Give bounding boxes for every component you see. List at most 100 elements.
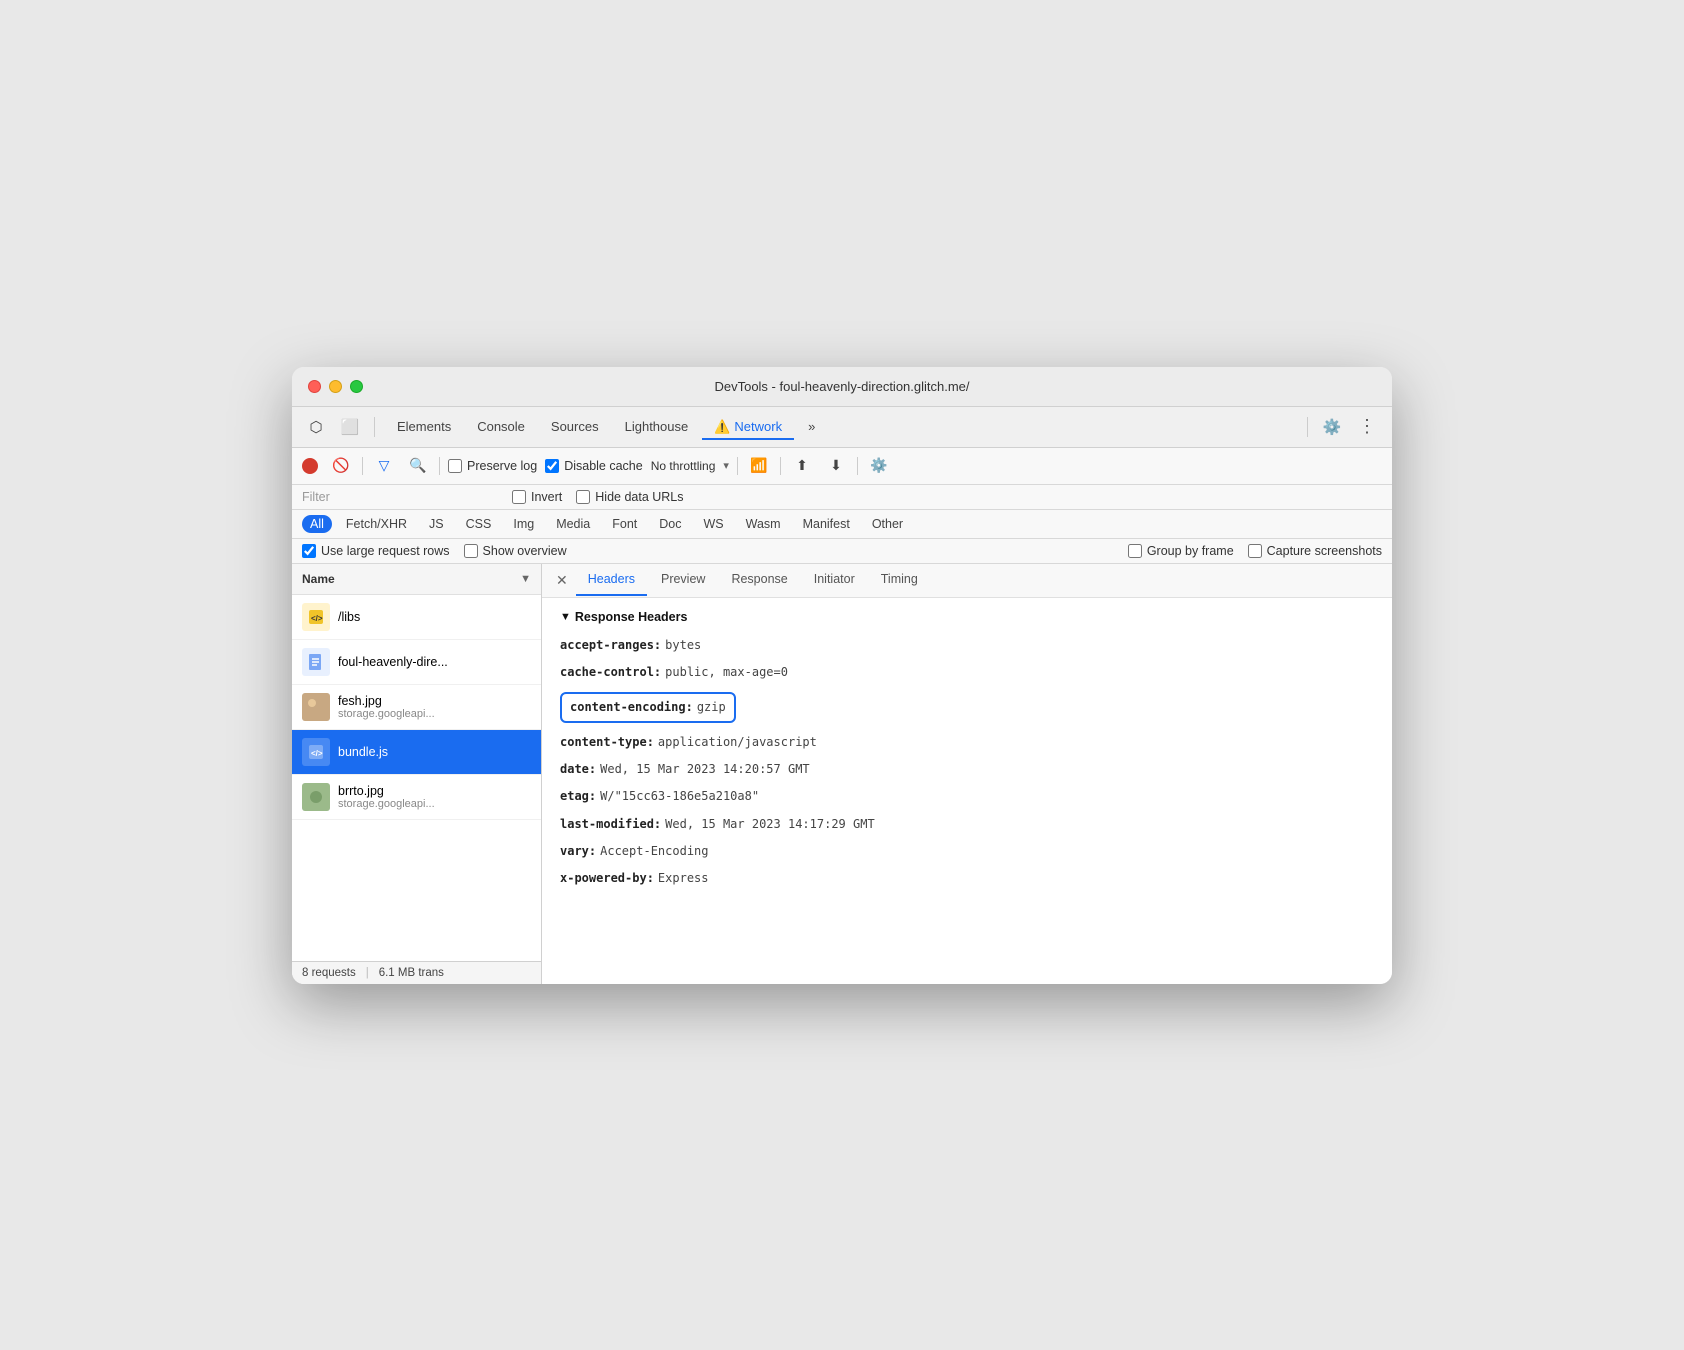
filter-input-label[interactable]: Filter [302, 490, 502, 504]
disable-cache-checkbox[interactable]: Disable cache [545, 459, 643, 473]
close-detail-icon[interactable]: ✕ [550, 564, 574, 597]
header-row-vary: vary: Accept-Encoding [560, 838, 1374, 865]
upload-icon[interactable]: ⬆ [789, 453, 815, 479]
list-item[interactable]: </> bundle.js [292, 730, 541, 775]
header-row-x-powered-by: x-powered-by: Express [560, 865, 1374, 892]
minimize-button[interactable] [329, 380, 342, 393]
header-value: Express [658, 869, 709, 888]
type-btn-js[interactable]: JS [421, 515, 452, 533]
sub-divider-2 [439, 457, 440, 475]
header-row-date: date: Wed, 15 Mar 2023 14:20:57 GMT [560, 756, 1374, 783]
hide-data-urls-checkbox[interactable]: Hide data URLs [576, 490, 683, 504]
devtools-window: DevTools - foul-heavenly-direction.glitc… [292, 367, 1392, 984]
section-arrow: ▼ [560, 611, 571, 623]
header-name: date: [560, 760, 596, 779]
tab-console[interactable]: Console [465, 414, 537, 439]
response-headers-title: ▼ Response Headers [560, 610, 1374, 624]
file-name: /libs [338, 610, 531, 624]
file-icon-img [302, 693, 330, 721]
filter-icon[interactable]: ▽ [371, 453, 397, 479]
maximize-button[interactable] [350, 380, 363, 393]
header-name: cache-control: [560, 663, 661, 682]
svg-text:</>: </> [311, 749, 323, 758]
tab-elements[interactable]: Elements [385, 414, 463, 439]
type-btn-manifest[interactable]: Manifest [795, 515, 858, 533]
toolbar-divider-2 [1307, 417, 1308, 437]
settings-icon[interactable]: ⚙️ [1318, 413, 1346, 441]
more-options-icon[interactable]: ⋮ [1352, 414, 1382, 439]
content-encoding-highlight: content-encoding: gzip [560, 692, 736, 723]
large-rows-checkbox[interactable]: Use large request rows [302, 544, 450, 558]
preserve-log-checkbox[interactable]: Preserve log [448, 459, 537, 473]
list-item[interactable]: brrto.jpg storage.googleapi... [292, 775, 541, 820]
file-name: bundle.js [338, 745, 531, 759]
record-button[interactable] [302, 458, 318, 474]
tab-headers[interactable]: Headers [576, 564, 647, 596]
file-name: foul-heavenly-dire... [338, 655, 531, 669]
header-name: content-type: [560, 733, 654, 752]
type-btn-img[interactable]: Img [505, 515, 542, 533]
type-btn-font[interactable]: Font [604, 515, 645, 533]
close-button[interactable] [308, 380, 321, 393]
header-row-content-type: content-type: application/javascript [560, 729, 1374, 756]
show-overview-checkbox[interactable]: Show overview [464, 544, 567, 558]
network-settings-icon[interactable]: ⚙️ [866, 453, 892, 479]
clear-icon[interactable]: 🚫 [328, 453, 354, 479]
sort-icon[interactable]: ▼ [520, 573, 531, 585]
type-btn-doc[interactable]: Doc [651, 515, 689, 533]
type-btn-media[interactable]: Media [548, 515, 598, 533]
title-bar: DevTools - foul-heavenly-direction.glitc… [292, 367, 1392, 407]
invert-checkbox[interactable]: Invert [512, 490, 562, 504]
main-content: Name ▼ </> /libs [292, 564, 1392, 984]
tab-response[interactable]: Response [719, 564, 799, 596]
capture-screenshots-checkbox[interactable]: Capture screenshots [1248, 544, 1382, 558]
inspect-icon[interactable]: ⬡ [302, 413, 330, 441]
file-name: brrto.jpg [338, 784, 531, 798]
subtoolbar: 🚫 ▽ 🔍 Preserve log Disable cache No thro… [292, 448, 1392, 485]
file-sub: storage.googleapi... [338, 708, 531, 720]
search-icon[interactable]: 🔍 [405, 453, 431, 479]
svg-text:</>: </> [311, 614, 323, 623]
main-toolbar: ⬡ ⬜ Elements Console Sources Lighthouse … [292, 407, 1392, 448]
filter-row: Filter Invert Hide data URLs [292, 485, 1392, 510]
tab-preview[interactable]: Preview [649, 564, 717, 596]
tab-sources[interactable]: Sources [539, 414, 611, 439]
file-icon-js: </> [302, 603, 330, 631]
header-name: vary: [560, 842, 596, 861]
throttle-select[interactable]: No throttling [651, 459, 716, 473]
file-info: brrto.jpg storage.googleapi... [338, 784, 531, 810]
toolbar-divider-1 [374, 417, 375, 437]
header-name: accept-ranges: [560, 636, 661, 655]
header-row-etag: etag: W/"15cc63-186e5a210a8" [560, 783, 1374, 810]
device-icon[interactable]: ⬜ [336, 413, 364, 441]
tab-more[interactable]: » [796, 414, 827, 439]
type-filter-row: All Fetch/XHR JS CSS Img Media Font Doc … [292, 510, 1392, 539]
tab-timing[interactable]: Timing [869, 564, 930, 596]
wifi-icon[interactable]: 📶 [746, 453, 772, 479]
sub-divider-1 [362, 457, 363, 475]
header-name: last-modified: [560, 815, 661, 834]
header-value: Wed, 15 Mar 2023 14:20:57 GMT [600, 760, 810, 779]
tab-network[interactable]: ⚠️ Network [702, 414, 794, 440]
type-btn-fetch-xhr[interactable]: Fetch/XHR [338, 515, 415, 533]
download-icon[interactable]: ⬇ [823, 453, 849, 479]
tab-lighthouse[interactable]: Lighthouse [613, 414, 701, 439]
right-panel: ✕ Headers Preview Response Initiator Tim… [542, 564, 1392, 984]
header-value: bytes [665, 636, 701, 655]
type-btn-wasm[interactable]: Wasm [738, 515, 789, 533]
type-btn-all[interactable]: All [302, 515, 332, 533]
type-btn-other[interactable]: Other [864, 515, 911, 533]
group-by-frame-checkbox[interactable]: Group by frame [1128, 544, 1234, 558]
list-item[interactable]: fesh.jpg storage.googleapi... [292, 685, 541, 730]
warning-icon: ⚠️ [714, 419, 730, 435]
file-icon-doc [302, 648, 330, 676]
tab-initiator[interactable]: Initiator [802, 564, 867, 596]
header-row-cache-control: cache-control: public, max-age=0 [560, 659, 1374, 686]
type-btn-ws[interactable]: WS [695, 515, 731, 533]
list-item[interactable]: foul-heavenly-dire... [292, 640, 541, 685]
throttle-arrow[interactable]: ▾ [723, 459, 729, 472]
header-row-last-modified: last-modified: Wed, 15 Mar 2023 14:17:29… [560, 811, 1374, 838]
list-item[interactable]: </> /libs [292, 595, 541, 640]
type-btn-css[interactable]: CSS [458, 515, 500, 533]
detail-tabs: ✕ Headers Preview Response Initiator Tim… [542, 564, 1392, 598]
